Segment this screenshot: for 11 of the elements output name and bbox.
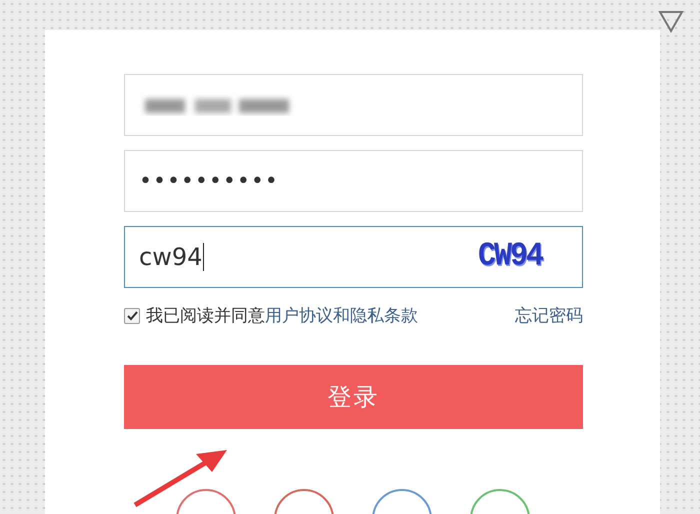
forgot-password-link[interactable]: 忘记密码 [515,304,583,327]
triangle-icon [658,10,684,34]
captcha-value: cw94 [139,243,202,271]
captcha-field[interactable]: cw94 CW94 [124,226,583,288]
captcha-image[interactable]: CW94 [478,238,542,276]
password-field[interactable]: •••••••••• [124,150,583,212]
agreement-label: 我已阅读并同意 [146,305,265,327]
agreement-checkbox[interactable] [124,308,140,324]
terms-link[interactable]: 用户协议和隐私条款 [265,304,418,327]
password-value: •••••••••• [139,168,279,194]
username-field[interactable] [124,74,583,136]
